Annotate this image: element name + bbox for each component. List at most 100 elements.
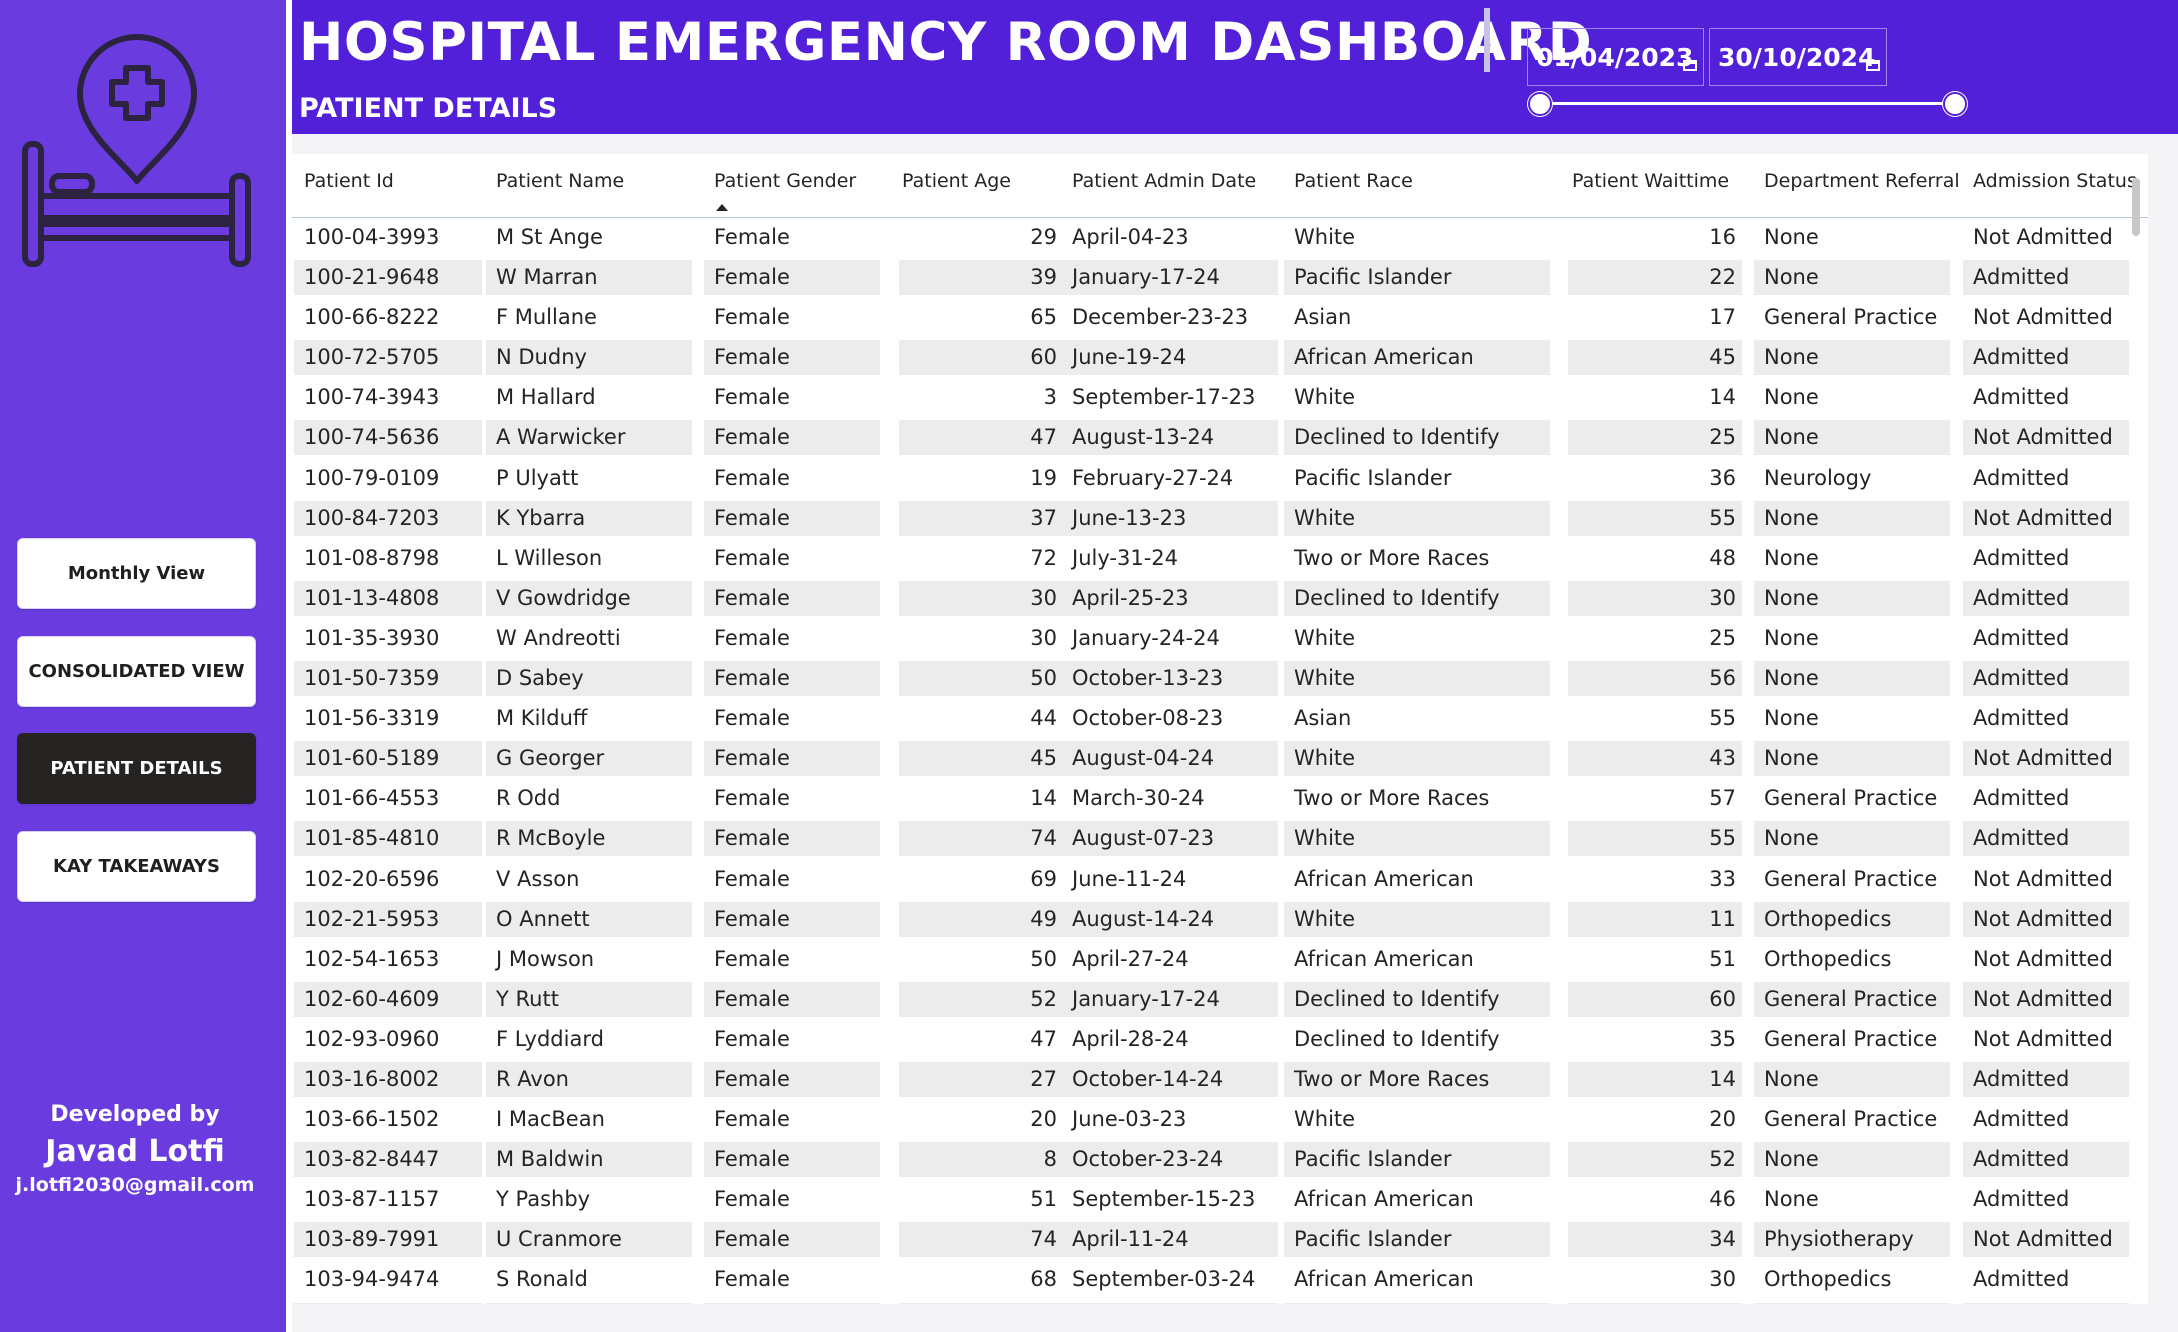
table-row[interactable]: 100-21-9648 W Marran Female 39 January-17-24… — [292, 258, 2148, 298]
cell-admin-date: October-08-23 — [1072, 706, 1224, 731]
cell-patient-race: Declined to Identify — [1294, 1026, 1500, 1051]
end-date-input[interactable]: 30/10/2024 — [1709, 28, 1887, 86]
cell-patient-name: U Cranmore — [486, 1222, 692, 1258]
table-row[interactable]: 101-56-3319 M Kilduff Female 44 October-08-2… — [292, 699, 2148, 739]
cell-admin-date: April-08-23 — [1062, 1302, 1278, 1304]
cell-patient-race: African American — [1294, 1187, 1474, 1212]
key-takeaways-button[interactable]: KAY TAKEAWAYS — [17, 831, 256, 902]
date-range-slider-track[interactable] — [1540, 102, 1956, 105]
cell-department-referral: Orthopedics — [1764, 1267, 1892, 1292]
column-header-waittime[interactable]: Patient Waittime — [1572, 170, 1729, 192]
cell-admission-status: Not Admitted — [1973, 1026, 2113, 1051]
cell-patient-id: 102-60-4609 — [294, 981, 482, 1017]
cell-admission-status: Admitted — [1973, 625, 2070, 650]
cell-admission-status: Admitted — [1963, 1061, 2129, 1097]
cell-admission-status: Not Admitted — [1973, 946, 2113, 971]
cell-admin-date: April-27-24 — [1072, 946, 1189, 971]
cell-department-referral: None — [1764, 385, 1819, 410]
table-header: Patient Id Patient Name Patient Gender P… — [292, 154, 2148, 218]
cell-patient-gender: Female — [714, 625, 790, 650]
table-row[interactable]: 101-08-8798 L Willeson Female 72 July-31-24 T… — [292, 539, 2148, 579]
table-row[interactable]: 100-74-3943 M Hallard Female 3 September-17-… — [292, 378, 2148, 418]
cell-admin-date: January-17-24 — [1062, 981, 1278, 1017]
cell-waittime: 55 — [1568, 1302, 1742, 1304]
column-header-department-referral[interactable]: Department Referral — [1764, 170, 1960, 192]
table-row[interactable]: 100-84-7203 K Ybarra Female 37 June-13-23 Whi… — [292, 499, 2148, 539]
cell-waittime: 46 — [1709, 1187, 1736, 1212]
cell-admission-status: Admitted — [1963, 580, 2129, 616]
table-row[interactable]: 104-41-1688 H Jime Female 22April-08-23 Whit… — [292, 1301, 2148, 1304]
column-header-patient-name[interactable]: Patient Name — [496, 170, 624, 192]
table-row[interactable]: 103-87-1157 Y Pashby Female 51 September-15-… — [292, 1180, 2148, 1220]
vertical-scrollbar[interactable] — [2132, 178, 2140, 236]
patient-details-button[interactable]: PATIENT DETAILS — [17, 733, 256, 804]
start-date-input[interactable]: 01/04/2023 — [1527, 28, 1704, 86]
table-row[interactable]: 103-66-1502 I MacBean Female 20 June-03-23 Wh… — [292, 1100, 2148, 1140]
table-row[interactable]: 102-54-1653 J Mowson Female 50 April-27-24 Af… — [292, 940, 2148, 980]
table-row[interactable]: 103-82-8447 M Baldwin Female 8 October-23-24… — [292, 1140, 2148, 1180]
table-row[interactable]: 102-21-5953 O Annett Female 49 August-14-24 W… — [292, 900, 2148, 940]
cell-patient-id: 100-66-8222 — [304, 305, 440, 330]
column-header-patient-gender[interactable]: Patient Gender — [714, 170, 856, 192]
date-range-start-handle[interactable] — [1528, 92, 1552, 116]
table-row[interactable]: 101-13-4808 V Gowdridge Female 30 April-25-2… — [292, 579, 2148, 619]
cell-patient-id: 100-84-7203 — [294, 500, 482, 536]
table-row[interactable]: 102-20-6596 V Asson Female 69 June-11-24 Afri… — [292, 860, 2148, 900]
table-row[interactable]: 103-89-7991 U Cranmore Female 74 April-11-24… — [292, 1220, 2148, 1260]
cell-patient-name: R McBoyle — [486, 821, 692, 857]
table-row[interactable]: 103-94-9474 S Ronald Female 68 September-03-… — [292, 1260, 2148, 1300]
table-row[interactable]: 100-66-8222 F Mullane Female 65 December-23-… — [292, 298, 2148, 338]
column-header-admission-status[interactable]: Admission Status — [1973, 170, 2137, 192]
consolidated-view-button[interactable]: CONSOLIDATED VIEW — [17, 636, 256, 707]
cell-patient-id: 100-21-9648 — [294, 260, 482, 296]
cell-patient-name: R Avon — [486, 1061, 692, 1097]
monthly-view-button[interactable]: Monthly View — [17, 538, 256, 609]
cell-patient-name: R Odd — [496, 786, 561, 811]
table-visual-container: Patient Id Patient Name Patient Gender P… — [292, 134, 2178, 1332]
cell-patient-name: Y Pashby — [496, 1187, 591, 1212]
table-row[interactable]: 102-60-4609 Y Rutt Female 52 January-17-24 De… — [292, 980, 2148, 1020]
table-row[interactable]: 101-60-5189 G Georger Female 45 August-04-24… — [292, 739, 2148, 779]
cell-waittime: 17 — [1709, 305, 1736, 330]
calendar-icon[interactable] — [1683, 60, 1697, 71]
cell-admission-status: Admitted — [1973, 465, 2070, 490]
date-range-end-handle[interactable] — [1943, 92, 1967, 116]
table-row[interactable]: 100-04-3993 M St Ange Female 29 April-04-23 W… — [292, 218, 2148, 258]
cell-patient-id: 103-87-1157 — [304, 1187, 440, 1212]
table-row[interactable]: 100-72-5705 N Dudny Female 60 June-19-24 Afri… — [292, 338, 2148, 378]
cell-admin-date: January-17-24 — [1062, 260, 1278, 296]
cell-department-referral: None — [1754, 260, 1950, 296]
cell-patient-age: 30 — [899, 580, 1063, 616]
column-header-admin-date[interactable]: Patient Admin Date — [1072, 170, 1256, 192]
cell-patient-id: 101-56-3319 — [304, 706, 440, 731]
cell-patient-gender: Female — [704, 1061, 880, 1097]
cell-waittime: 35 — [1709, 1026, 1736, 1051]
table-row[interactable]: 101-35-3930 W Andreotti Female 30 January-24… — [292, 619, 2148, 659]
cell-admin-date: June-13-23 — [1062, 500, 1278, 536]
calendar-icon[interactable] — [1866, 60, 1880, 71]
cell-patient-name: F Mullane — [496, 305, 597, 330]
cell-patient-name: D Sabey — [486, 661, 692, 697]
table-row[interactable]: 103-16-8002 R Avon Female 27 October-14-24 Tw… — [292, 1060, 2148, 1100]
cell-admission-status: Admitted — [1973, 1187, 2070, 1212]
cell-patient-age: 50 — [1030, 946, 1057, 971]
table-row[interactable]: 102-93-0960 F Lyddiard Female 47 April-28-24… — [292, 1020, 2148, 1060]
cell-admission-status: Not Admitted — [1973, 225, 2113, 249]
table-row[interactable]: 101-85-4810 R McBoyle Female 74 August-07-23… — [292, 819, 2148, 859]
cell-waittime: 22 — [1568, 260, 1742, 296]
cell-waittime: 14 — [1709, 385, 1736, 410]
table-row[interactable]: 101-50-7359 D Sabey Female 50 October-13-23 W… — [292, 659, 2148, 699]
cell-patient-gender: Female — [704, 580, 880, 616]
table-row[interactable]: 101-66-4553 R Odd Female 14 March-30-24 Two o… — [292, 779, 2148, 819]
table-row[interactable]: 100-74-5636 A Warwicker Female 47 August-13-… — [292, 418, 2148, 458]
cell-department-referral: None — [1754, 420, 1950, 456]
cell-admission-status: Admitted — [1973, 706, 2070, 731]
cell-patient-race: Pacific Islander — [1284, 260, 1550, 296]
cell-patient-gender: Female — [704, 901, 880, 937]
cell-patient-id: 103-94-9474 — [304, 1267, 440, 1292]
sort-ascending-icon[interactable] — [716, 204, 728, 211]
column-header-patient-age[interactable]: Patient Age — [902, 170, 1011, 192]
column-header-patient-race[interactable]: Patient Race — [1294, 170, 1413, 192]
column-header-patient-id[interactable]: Patient Id — [304, 170, 394, 192]
table-row[interactable]: 100-79-0109 P Ulyatt Female 19 February-27-2… — [292, 459, 2148, 499]
